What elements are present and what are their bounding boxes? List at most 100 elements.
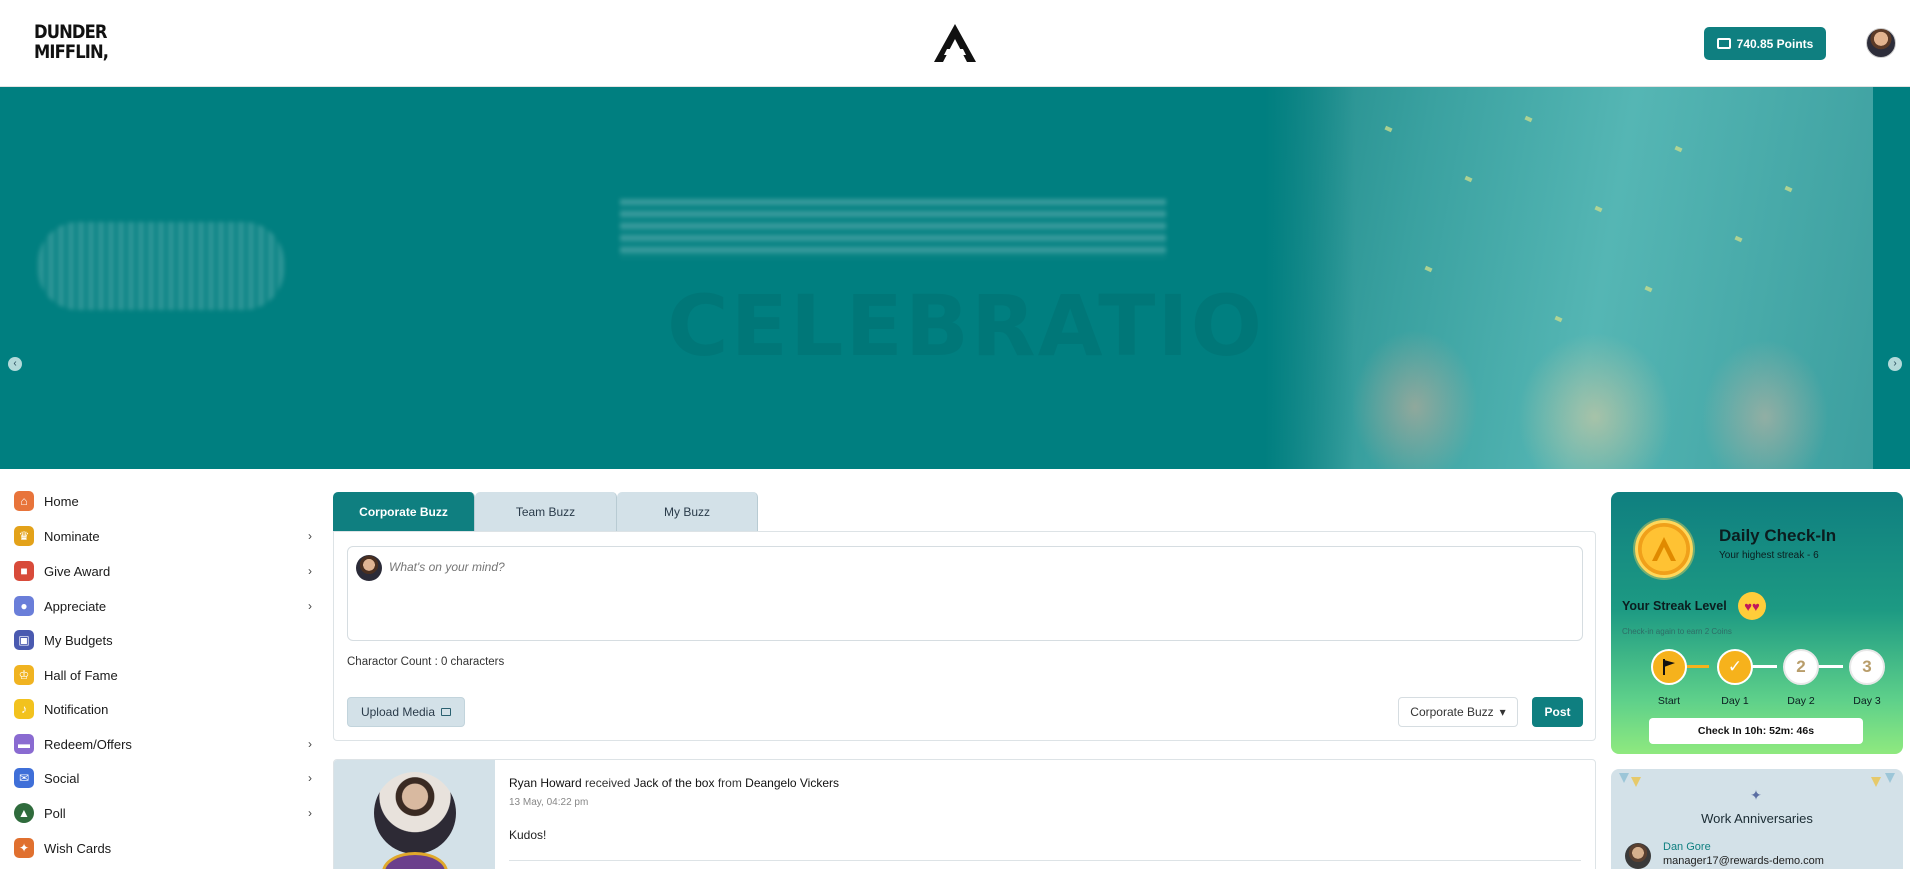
dunder-mifflin-logo[interactable]: DUNDER MIFFLIN, <box>34 22 109 66</box>
carousel-next-button[interactable]: › <box>1888 357 1902 371</box>
anniversary-avatar[interactable] <box>1625 843 1651 869</box>
sender-name[interactable]: Deangelo Vickers <box>745 776 839 790</box>
heart-eyes-emoji-icon: ♥♥ <box>1738 592 1766 620</box>
caret-down-icon: ▾ <box>1499 705 1506 719</box>
anniversary-person-email: manager17@rewards-demo.com <box>1663 855 1824 867</box>
streak-step-start <box>1651 649 1687 685</box>
step-label: Day 2 <box>1787 695 1815 707</box>
checkin-title: Daily Check-In <box>1719 526 1837 545</box>
buzz-tabs: Corporate Buzz Team Buzz My Buzz <box>333 492 758 539</box>
recipient-name[interactable]: Ryan Howard <box>509 776 582 790</box>
sidebar-item-notification[interactable]: ♪ Notification <box>14 694 312 724</box>
wallet-icon: ▣ <box>14 630 34 650</box>
daily-checkin-card: Daily Check-In Your highest streak - 6 Y… <box>1611 492 1903 754</box>
check-in-button[interactable]: Check In 10h: 52m: 46s <box>1649 718 1863 744</box>
voucher-icon: ▬ <box>14 734 34 754</box>
confetti <box>1554 315 1563 323</box>
crown-icon: ♔ <box>14 665 34 685</box>
step-label: Day 1 <box>1721 695 1749 707</box>
tab-corporate-buzz[interactable]: Corporate Buzz <box>333 492 475 539</box>
streak-step-day1: ✓ <box>1717 649 1753 685</box>
carousel-prev-button[interactable]: ‹ <box>8 357 22 371</box>
confetti <box>1734 235 1743 243</box>
confetti <box>1644 285 1653 293</box>
upload-media-button[interactable]: Upload Media <box>347 697 465 727</box>
post-headline: Ryan Howard received Jack of the box fro… <box>509 776 839 790</box>
streak-step-day3: 3 <box>1849 649 1885 685</box>
sidebar-item-wish-cards[interactable]: ✦ Wish Cards <box>14 833 312 863</box>
step-label: Day 3 <box>1853 695 1881 707</box>
banner-celebration-photo <box>1265 87 1873 469</box>
audience-select[interactable]: Corporate Buzz ▾ <box>1398 697 1518 727</box>
sidebar-item-nominate[interactable]: ♛ Nominate › <box>14 521 312 551</box>
recipient-photo[interactable] <box>374 772 456 854</box>
composer-user-avatar <box>356 555 382 581</box>
party-popper-icon: ✦ <box>1750 787 1762 803</box>
chevron-right-icon: › <box>308 771 312 785</box>
bunting-flag-icon <box>1871 777 1881 787</box>
award-name[interactable]: Jack of the box <box>634 776 715 790</box>
post-message: Kudos! <box>509 828 547 842</box>
coin-icon <box>1635 520 1693 578</box>
divider <box>509 860 1581 861</box>
post-composer: Charactor Count : 0 characters Upload Me… <box>333 531 1596 741</box>
sidebar-item-my-budgets[interactable]: ▣ My Budgets <box>14 625 312 655</box>
banner-headline: CELEBRATION <box>667 277 1337 375</box>
trophy-icon: ♛ <box>14 526 34 546</box>
whats-on-your-mind-input[interactable] <box>389 553 1569 581</box>
top-header: DUNDER MIFFLIN, 740.85 Points <box>0 0 1910 87</box>
sidebar-item-appreciate[interactable]: ● Appreciate › <box>14 591 312 621</box>
bunting-flag-icon <box>1631 777 1641 787</box>
tab-my-buzz[interactable]: My Buzz <box>617 492 758 531</box>
streak-level-label: Your Streak Level <box>1622 599 1727 613</box>
chevron-right-icon: › <box>308 737 312 751</box>
confetti <box>1464 175 1473 183</box>
sidebar-item-poll[interactable]: ▲ Poll › <box>14 798 312 828</box>
composer-textarea-wrapper[interactable] <box>347 546 1583 641</box>
tab-team-buzz[interactable]: Team Buzz <box>475 492 617 531</box>
flag-icon <box>1663 659 1675 675</box>
post-button[interactable]: Post <box>1532 697 1583 727</box>
confetti <box>1784 185 1793 193</box>
post-media-panel <box>334 760 495 869</box>
feed-post-card: Ryan Howard received Jack of the box fro… <box>333 759 1596 869</box>
coin-logo-icon <box>1652 537 1676 561</box>
medal-icon: ● <box>14 596 34 616</box>
character-count: Charactor Count : 0 characters <box>347 656 505 668</box>
home-icon: ⌂ <box>14 491 34 511</box>
chevron-right-icon: › <box>308 529 312 543</box>
streak-hint: Check-in again to earn 2 Coins <box>1622 627 1732 636</box>
step-label: Start <box>1657 695 1681 707</box>
sidebar-item-home[interactable]: ⌂ Home <box>14 486 312 516</box>
banner-blur-lines <box>620 199 1166 259</box>
bunting-flag-icon <box>1619 773 1629 783</box>
app-logo-icon[interactable] <box>932 22 978 64</box>
user-avatar[interactable] <box>1866 28 1896 58</box>
confetti <box>1674 145 1683 153</box>
chevron-left-icon: ‹ <box>13 358 17 369</box>
sidebar-item-redeem-offers[interactable]: ▬ Redeem/Offers › <box>14 729 312 759</box>
anniversary-person-name[interactable]: Dan Gore <box>1663 841 1711 853</box>
award-badge-icon <box>382 852 448 869</box>
sidebar-item-hall-of-fame[interactable]: ♔ Hall of Fame <box>14 660 312 690</box>
wallet-icon <box>1716 38 1731 49</box>
streak-step-day2: 2 <box>1783 649 1819 685</box>
confetti <box>1594 205 1603 213</box>
sidebar-item-social[interactable]: ✉ Social › <box>14 763 312 793</box>
poll-icon: ▲ <box>14 803 34 823</box>
points-balance-button[interactable]: 740.85 Points <box>1704 27 1826 60</box>
highest-streak: Your highest streak - 6 <box>1719 550 1819 561</box>
confetti <box>1384 125 1393 133</box>
chevron-right-icon: › <box>308 564 312 578</box>
sidebar-nav: ⌂ Home ♛ Nominate › ■ Give Award › ● App… <box>0 486 320 869</box>
sidebar-item-give-award[interactable]: ■ Give Award › <box>14 556 312 586</box>
banner-blur-graphic <box>38 222 284 310</box>
chat-icon: ✉ <box>14 768 34 788</box>
bell-icon: ♪ <box>14 699 34 719</box>
party-popper-icon: ✦ <box>14 838 34 858</box>
chevron-right-icon: › <box>1893 358 1897 369</box>
hero-banner-carousel: CELEBRATION ‹ › <box>0 87 1910 469</box>
chevron-right-icon: › <box>308 599 312 613</box>
work-anniversaries-card: ✦ Work Anniversaries Dan Gore manager17@… <box>1611 769 1903 869</box>
post-timestamp: 13 May, 04:22 pm <box>509 797 589 808</box>
